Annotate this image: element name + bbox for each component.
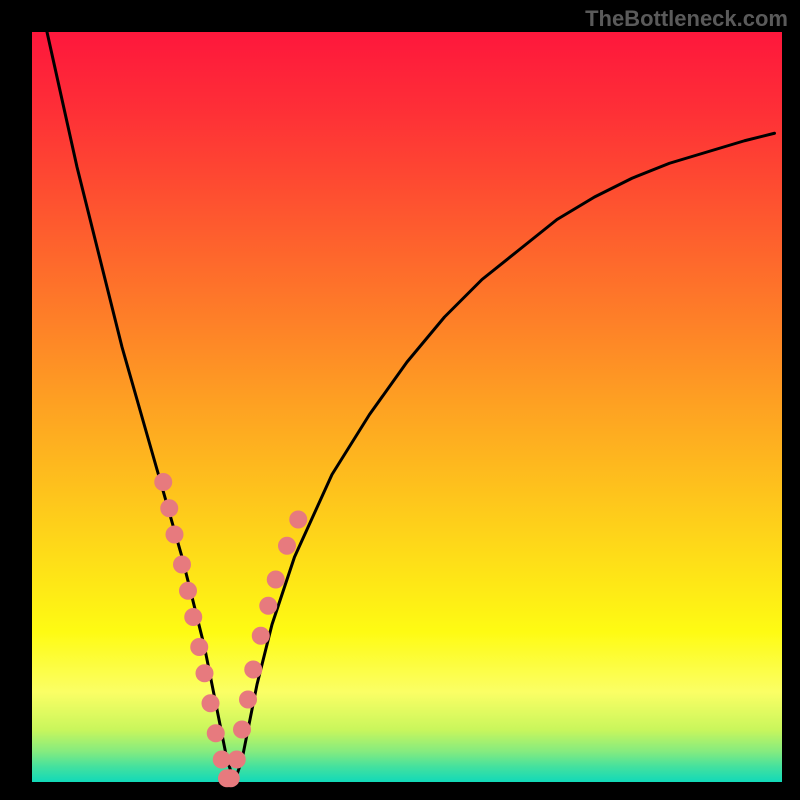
highlight-dot	[207, 724, 225, 742]
highlight-dot	[179, 582, 197, 600]
plot-area	[32, 32, 782, 782]
highlight-dot	[166, 526, 184, 544]
highlight-dot	[228, 751, 246, 769]
highlight-dot	[239, 691, 257, 709]
highlight-dot	[154, 473, 172, 491]
highlight-dot	[222, 769, 240, 787]
watermark-text: TheBottleneck.com	[585, 6, 788, 32]
bottleneck-chart	[0, 0, 800, 800]
highlight-dot	[173, 556, 191, 574]
highlight-dot	[196, 664, 214, 682]
highlight-dot	[278, 537, 296, 555]
chart-container: TheBottleneck.com	[0, 0, 800, 800]
highlight-dot	[202, 694, 220, 712]
highlight-dot	[289, 511, 307, 529]
highlight-dot	[252, 627, 270, 645]
highlight-dot	[184, 608, 202, 626]
highlight-dot	[160, 499, 178, 517]
highlight-dot	[267, 571, 285, 589]
highlight-dot	[259, 597, 277, 615]
highlight-dot	[233, 721, 251, 739]
highlight-dot	[244, 661, 262, 679]
highlight-dot	[190, 638, 208, 656]
